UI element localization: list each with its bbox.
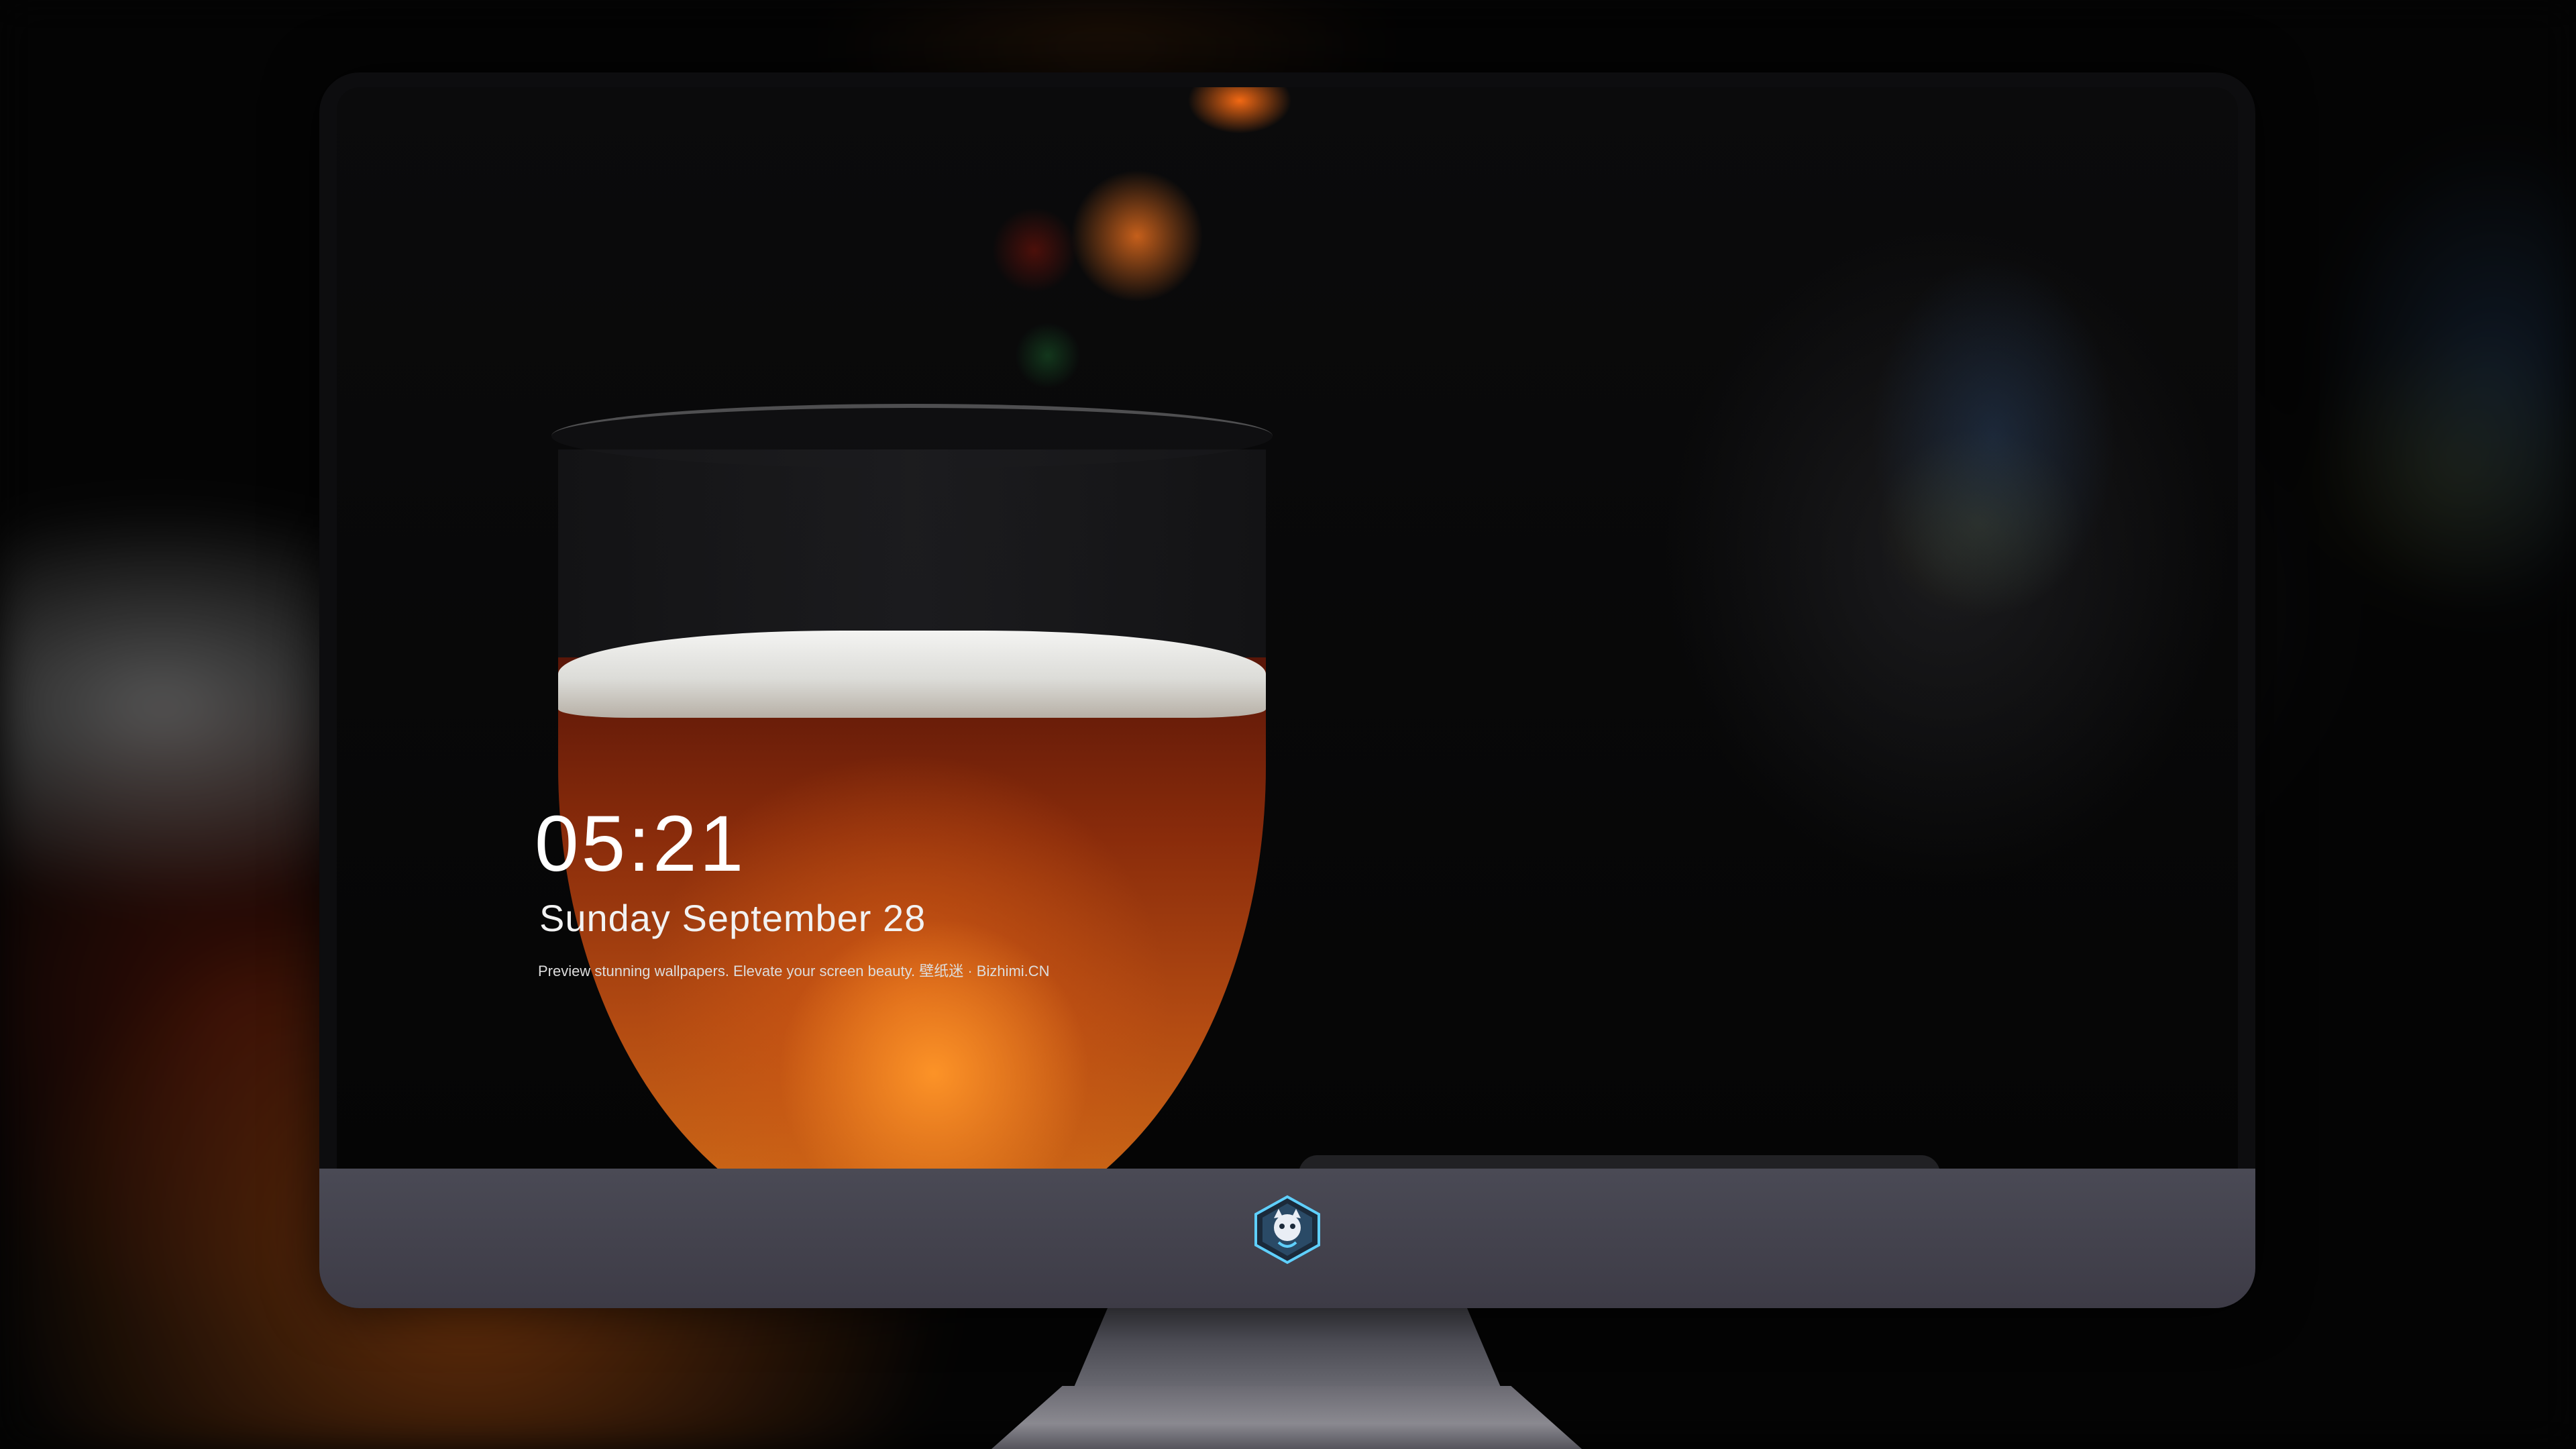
clock-date: Sunday September 28	[539, 897, 926, 939]
bizhimi-logo	[1252, 1194, 1323, 1265]
monitor-chin	[319, 1169, 2255, 1308]
glass-rim	[551, 404, 1273, 468]
monitor-stand-neck	[1073, 1308, 1501, 1389]
clock-time: 05:21	[535, 800, 747, 888]
wallpaper-tagline: Preview stunning wallpapers. Elevate you…	[538, 963, 1050, 979]
beer-foam	[558, 631, 1266, 718]
monitor-stand-base	[991, 1386, 1582, 1449]
desktop-scene: 05:21 Sunday September 28 Preview stunni…	[0, 0, 2576, 1449]
lock-screen[interactable]: 05:21 Sunday September 28 Preview stunni…	[337, 87, 2238, 1169]
monitor-frame: 05:21 Sunday September 28 Preview stunni…	[319, 72, 2255, 1308]
dock	[1299, 1155, 1940, 1169]
